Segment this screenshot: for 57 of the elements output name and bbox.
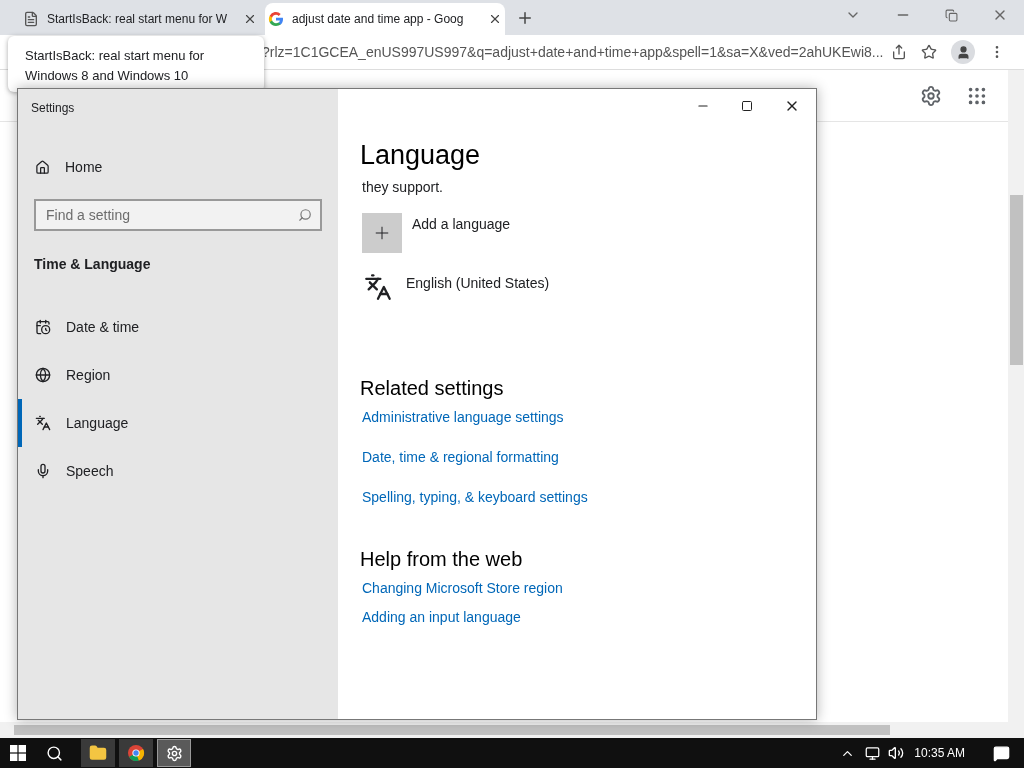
windows-logo-icon[interactable] xyxy=(10,745,26,761)
group-heading: Related settings xyxy=(360,376,505,401)
horizontal-scrollbar[interactable] xyxy=(0,722,1008,738)
search-field[interactable]: Find a setting xyxy=(34,199,322,231)
settings-link[interactable]: Spelling, typing, & keyboard settings xyxy=(362,487,588,508)
calendar-clock-icon xyxy=(35,319,51,335)
close-icon[interactable] xyxy=(488,12,502,26)
settings-icon xyxy=(165,744,183,762)
add-language-button[interactable] xyxy=(362,213,402,253)
notification-icon[interactable] xyxy=(993,744,1010,762)
nav-item[interactable]: Region xyxy=(18,351,338,399)
address-text[interactable]: ?rlz=1C1GCEA_enUS997US997&q=adjust+date+and+time+app&spell=1&sa=X&ved=2ahUKEwi8... xyxy=(262,41,884,63)
settings-link[interactable]: Date, time & regional formatting xyxy=(362,447,559,468)
home-icon xyxy=(35,160,50,175)
page-title: Language xyxy=(360,139,482,172)
tab-title: adjust date and time app - Goog xyxy=(292,11,465,28)
tooltip-text: StartIsBack: real start menu for Windows 8 and Windows 10 xyxy=(25,47,206,85)
maximize-icon[interactable] xyxy=(741,100,753,112)
taskbar-app-button[interactable] xyxy=(119,739,153,767)
profile-avatar[interactable] xyxy=(951,40,976,64)
share-icon[interactable] xyxy=(891,44,908,60)
settings-link[interactable]: Changing Microsoft Store region xyxy=(362,578,563,599)
microphone-icon xyxy=(35,463,51,479)
network-icon[interactable] xyxy=(865,745,881,761)
globe-icon xyxy=(35,367,51,383)
chrome-logo-icon xyxy=(127,744,145,762)
close-icon[interactable] xyxy=(243,12,257,26)
settings-icon[interactable] xyxy=(920,84,942,107)
tab-title: StartIsBack: real start menu for W xyxy=(47,11,229,28)
vertical-scrollbar[interactable] xyxy=(1008,70,1024,738)
google-g-icon xyxy=(268,11,284,27)
description-text: they support. xyxy=(362,178,444,197)
nav-item[interactable]: Speech xyxy=(18,447,338,495)
new-tab-icon[interactable] xyxy=(516,9,534,27)
restore-icon[interactable] xyxy=(945,8,958,22)
clock-time[interactable]: 10:35 AM xyxy=(914,744,965,762)
search-icon[interactable] xyxy=(46,744,63,762)
browser-tab[interactable]: adjust date and time app - Goog xyxy=(265,3,505,35)
language-icon xyxy=(364,273,392,301)
volume-icon[interactable] xyxy=(888,745,905,761)
taskbar-app-button[interactable] xyxy=(157,739,191,767)
taskbar-app-button[interactable] xyxy=(81,739,115,767)
language-icon xyxy=(35,415,51,431)
nav-item[interactable]: Date & time xyxy=(18,303,338,351)
installed-language-name[interactable]: English (United States) xyxy=(406,273,550,294)
add-language-label[interactable]: Add a language xyxy=(412,214,511,235)
settings-link[interactable]: Adding an input language xyxy=(362,607,521,628)
section-heading: Time & Language xyxy=(34,255,152,274)
folder-icon xyxy=(89,744,107,762)
home-nav-item[interactable]: Home xyxy=(35,157,338,178)
browser-tab[interactable]: StartIsBack: real start menu for W xyxy=(20,3,260,35)
settings-link[interactable]: Administrative language settings xyxy=(362,407,564,428)
window-title: Settings xyxy=(31,100,76,117)
group-heading: Help from the web xyxy=(360,547,524,572)
nav-item[interactable]: Language xyxy=(18,399,338,447)
bookmark-star-icon[interactable] xyxy=(921,44,938,60)
page-icon xyxy=(23,11,39,27)
